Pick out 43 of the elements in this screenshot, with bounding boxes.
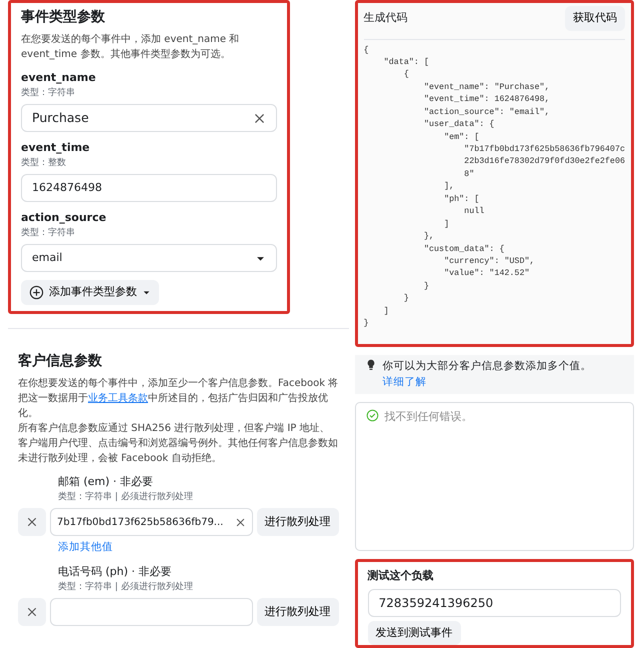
send-test-button[interactable]: 发送到测试事件 [368, 620, 461, 645]
remove-button[interactable] [18, 598, 46, 626]
close-icon [26, 516, 38, 528]
plus-circle-icon [29, 284, 44, 300]
panel-title: 生成代码 [364, 10, 408, 26]
panel-title: 测试这个负载 [368, 568, 435, 584]
field-type: 类型：字符串 [21, 86, 76, 100]
field-label: 电话号码 (ph) · 非必要 [58, 564, 173, 580]
add-value-link[interactable]: 添加其他值 [18, 540, 339, 556]
terms-link[interactable]: 业务工具条款 [88, 393, 148, 404]
section-title: 客户信息参数 [18, 352, 103, 372]
section-description: 在你想要发送的每个事件中，添加至少一个客户信息参数。Facebook 将把这一数据用于业务工具条款中所述目的，包括广告归因和广告投放优化。 [18, 376, 339, 422]
input-field[interactable]: Purchase [21, 104, 277, 132]
tip-text: 你可以为大部分客户信息参数添加多个值。 [382, 358, 592, 374]
field-name: event_name [21, 70, 97, 86]
input-field[interactable]: 7b17fb0bd173f625b58636fb79... [50, 508, 253, 536]
field-type: 类型：字符串 [21, 226, 76, 240]
lightbulb-icon [364, 358, 377, 371]
input-field[interactable]: 728359241396250 [368, 588, 621, 616]
field-type: 类型：整数 [21, 156, 67, 170]
input-field[interactable]: 1624876498 [21, 174, 277, 202]
field-label: 邮箱 (em) · 非必要 [58, 474, 154, 490]
section-description: 所有客户信息参数应通过 SHA256 进行散列处理，但客户端 IP 地址、客户端用户代理、点击编号和浏览器编号例外。其他任何客户信息参数如未进行散列处理，会被 Facebook 自动拒绝。 [18, 422, 339, 466]
learn-more-link[interactable]: 详细了解 [382, 374, 592, 390]
section-title: 事件类型参数 [21, 8, 106, 27]
select-field[interactable]: email [21, 244, 277, 272]
hash-button[interactable]: 进行散列处理 [256, 598, 339, 626]
field-name: event_time [21, 140, 91, 156]
close-icon [26, 606, 38, 618]
validation-message: 找不到任何错误。 [384, 409, 473, 426]
code-block: { "data": [ { "event_name": "Purchase", "event_time": 1624876498, "action_source": "email", "user_data": { "em": [ "7b17fb0bd173f625b58636fb796407c 22b3d16fe78302d79f0fd30e2fe2fe06 8" ], "ph": [ null ] }, "custom_data": { "currency": "USD", "value": "142.52" } } ] } [364, 38, 625, 330]
section-description: 在您要发送的每个事件中，添加 event_name 和 event_time 参数。其他事件类型参数为可选。 [21, 32, 240, 62]
hash-button[interactable]: 进行散列处理 [256, 508, 339, 536]
clear-icon [253, 112, 266, 124]
field-name: action_source [21, 210, 108, 226]
field-type: 类型：字符串 | 必须进行散列处理 [58, 490, 194, 504]
check-circle-icon [366, 409, 379, 422]
field-type: 类型：字符串 | 必须进行散列处理 [58, 580, 194, 594]
add-parameter-button[interactable]: 添加事件类型参数 [21, 280, 159, 304]
clear-icon [234, 516, 246, 528]
remove-button[interactable] [18, 508, 46, 536]
get-code-button[interactable]: 获取代码 [565, 6, 625, 30]
input-field[interactable] [50, 598, 253, 626]
